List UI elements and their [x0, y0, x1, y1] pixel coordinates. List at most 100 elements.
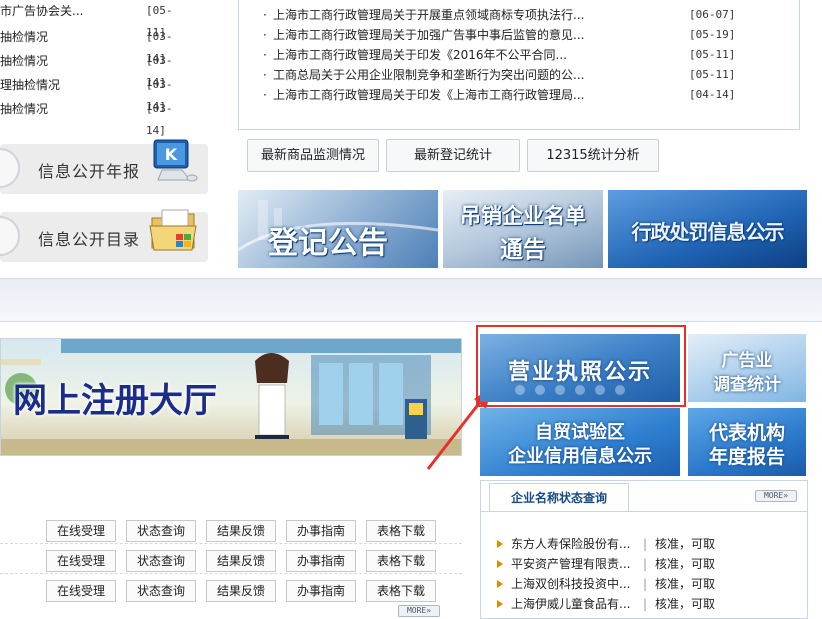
list-item-title[interactable]: 市广告协会关...: [0, 0, 83, 22]
arrow-bullet-icon: [497, 560, 503, 568]
status-query-button[interactable]: 状态查询: [126, 520, 196, 542]
enterprise-status: 核准，可取: [655, 577, 716, 591]
status-query-button[interactable]: 状态查询: [126, 580, 196, 602]
info-annual-report-button[interactable]: 信息公开年报 K: [0, 139, 208, 194]
list-item[interactable]: 抽检情况 [03-14]: [0, 26, 190, 65]
online-registration-hall-banner[interactable]: 网上注册大厅: [0, 338, 462, 456]
online-accept-button[interactable]: 在线受理: [46, 520, 116, 542]
arrow-bullet-icon: [497, 540, 503, 548]
hall-title: 网上注册大厅: [13, 381, 217, 421]
list-item-title[interactable]: 抽检情况: [0, 98, 48, 120]
bullet-icon: ·: [263, 68, 267, 82]
guide-button[interactable]: 办事指南: [286, 550, 356, 572]
list-item[interactable]: 抽检情况 [03-14]: [0, 98, 190, 137]
svg-text:K: K: [165, 145, 178, 164]
guide-button[interactable]: 办事指南: [286, 580, 356, 602]
result-feedback-button[interactable]: 结果反馈: [206, 580, 276, 602]
enterprise-status: 核准，可取: [655, 597, 716, 611]
register-announcement-banner[interactable]: 登记公告: [238, 190, 438, 268]
action-row: 在线受理 状态查询 结果反馈 办事指南 表格下载: [0, 544, 462, 574]
circle-decoration: [0, 148, 20, 188]
ftz-credit-publicity-tile[interactable]: 自贸试验区 企业信用信息公示: [480, 408, 680, 476]
tab-registration-stats[interactable]: 最新登记统计: [386, 139, 520, 172]
revoke-list-line2: 通告: [500, 237, 546, 263]
page: 市广告协会关... [05-11] 抽检情况 [03-14] 抽检情况 [03-14]…: [0, 0, 822, 619]
bullet-icon: ·: [263, 48, 267, 62]
circle-decoration: [0, 216, 20, 256]
list-item[interactable]: 上海伊威儿童食品有... | 核准，可取: [497, 594, 797, 614]
list-item[interactable]: 理抽检情况 [03-14]: [0, 74, 190, 113]
news-item[interactable]: · 工商总局关于公用企业限制竞争和垄断行为突出问题的公... [05-11]: [263, 64, 773, 86]
form-download-button[interactable]: 表格下载: [366, 520, 436, 542]
arrow-bullet-icon: [497, 580, 503, 588]
windows-folder-icon: [149, 209, 197, 251]
list-item[interactable]: 平安资产管理有限责... | 核准，可取: [497, 554, 797, 574]
enterprise-name[interactable]: 上海伊威儿童食品有...: [511, 594, 630, 614]
bullet-icon: ·: [263, 88, 267, 102]
separator: |: [643, 537, 648, 551]
enterprise-name-status-panel: 企业名称状态查询 MORE» 东方人寿保险股份有... | 核准，可取 平安资产管理…: [480, 480, 808, 619]
news-panel: · 上海市工商行政管理局关于开展重点领域商标专项执法行... [06-07] · 上海…: [238, 0, 800, 130]
news-title[interactable]: 上海市工商行政管理局关于加强广告事中事后监管的意见...: [273, 24, 584, 46]
bullet-icon: ·: [263, 8, 267, 22]
news-title[interactable]: 工商总局关于公用企业限制竞争和垄断行为突出问题的公...: [273, 64, 584, 86]
list-item[interactable]: 上海双创科技投资中... | 核准，可取: [497, 574, 797, 594]
news-item[interactable]: · 上海市工商行政管理局关于加强广告事中事后监管的意见... [05-19]: [263, 24, 773, 46]
separator: |: [643, 577, 648, 591]
list-item[interactable]: 抽检情况 [03-14]: [0, 50, 190, 89]
ftz-line1: 自贸试验区: [535, 422, 625, 443]
result-feedback-button[interactable]: 结果反馈: [206, 520, 276, 542]
rep-office-line2: 年度报告: [708, 446, 785, 468]
tab-12315-analysis[interactable]: 12315统计分析: [527, 139, 659, 172]
news-title[interactable]: 上海市工商行政管理局关于印发《2016年不公平合同...: [273, 44, 567, 66]
services-more-button[interactable]: MORE»: [398, 605, 440, 617]
news-date: [04-14]: [689, 88, 736, 101]
status-query-button[interactable]: 状态查询: [126, 550, 196, 572]
result-feedback-button[interactable]: 结果反馈: [206, 550, 276, 572]
list-item[interactable]: 东方人寿保险股份有... | 核准，可取: [497, 534, 797, 554]
guide-button[interactable]: 办事指南: [286, 520, 356, 542]
enterprise-name[interactable]: 平安资产管理有限责...: [511, 554, 630, 574]
online-accept-button[interactable]: 在线受理: [46, 550, 116, 572]
news-title[interactable]: 上海市工商行政管理局关于开展重点领域商标专项执法行...: [273, 4, 584, 26]
rep-office-annual-report-tile[interactable]: 代表机构 年度报告: [688, 408, 806, 476]
panel-divider: [481, 511, 807, 512]
news-item[interactable]: · 上海市工商行政管理局关于印发《上海市工商行政管理局... [04-14]: [263, 84, 773, 106]
ad-survey-stats-tile[interactable]: 广告业 调查统计: [688, 334, 806, 402]
news-title[interactable]: 上海市工商行政管理局关于印发《上海市工商行政管理局...: [273, 84, 584, 106]
separator: |: [643, 597, 648, 611]
enterprise-more-button[interactable]: MORE»: [755, 490, 797, 502]
list-item-title[interactable]: 理抽检情况: [0, 74, 60, 96]
ad-survey-line2: 调查统计: [713, 375, 781, 395]
info-catalog-button[interactable]: 信息公开目录: [0, 209, 208, 262]
form-download-button[interactable]: 表格下载: [366, 580, 436, 602]
register-announcement-text: 登记公告: [268, 226, 388, 261]
bullet-icon: ·: [263, 28, 267, 42]
penalty-info-text: 行政处罚信息公示: [631, 220, 785, 244]
list-item-title[interactable]: 抽检情况: [0, 50, 48, 72]
action-row: 在线受理 状态查询 结果反馈 办事指南 表格下载: [0, 574, 462, 604]
list-item-title[interactable]: 抽检情况: [0, 26, 48, 48]
enterprise-name[interactable]: 上海双创科技投资中...: [511, 574, 630, 594]
kg-monitor-icon: K: [153, 139, 198, 182]
tab-enterprise-name-status[interactable]: 企业名称状态查询: [489, 483, 629, 511]
revoke-list-banner[interactable]: 吊销企业名单 通告: [443, 190, 603, 268]
news-item[interactable]: · 上海市工商行政管理局关于开展重点领域商标专项执法行... [06-07]: [263, 4, 773, 26]
tab-product-monitoring[interactable]: 最新商品监测情况: [247, 139, 379, 172]
ftz-line2: 企业信用信息公示: [508, 446, 652, 467]
enterprise-status: 核准，可取: [655, 537, 716, 551]
online-accept-button[interactable]: 在线受理: [46, 580, 116, 602]
revoke-list-line1: 吊销企业名单: [460, 204, 586, 228]
list-item[interactable]: 市广告协会关... [05-11]: [0, 0, 190, 39]
rep-office-line1: 代表机构: [708, 422, 785, 444]
ad-survey-line1: 广告业: [721, 351, 773, 371]
enterprise-status: 核准，可取: [655, 557, 716, 571]
section-divider: [0, 278, 822, 322]
info-annual-report-label: 信息公开年报: [38, 162, 141, 181]
separator: |: [643, 557, 648, 571]
enterprise-name[interactable]: 东方人寿保险股份有...: [511, 534, 630, 554]
news-item[interactable]: · 上海市工商行政管理局关于印发《2016年不公平合同... [05-11]: [263, 44, 773, 66]
form-download-button[interactable]: 表格下载: [366, 550, 436, 572]
news-date: [05-11]: [689, 68, 736, 81]
penalty-info-banner[interactable]: 行政处罚信息公示: [608, 190, 807, 268]
